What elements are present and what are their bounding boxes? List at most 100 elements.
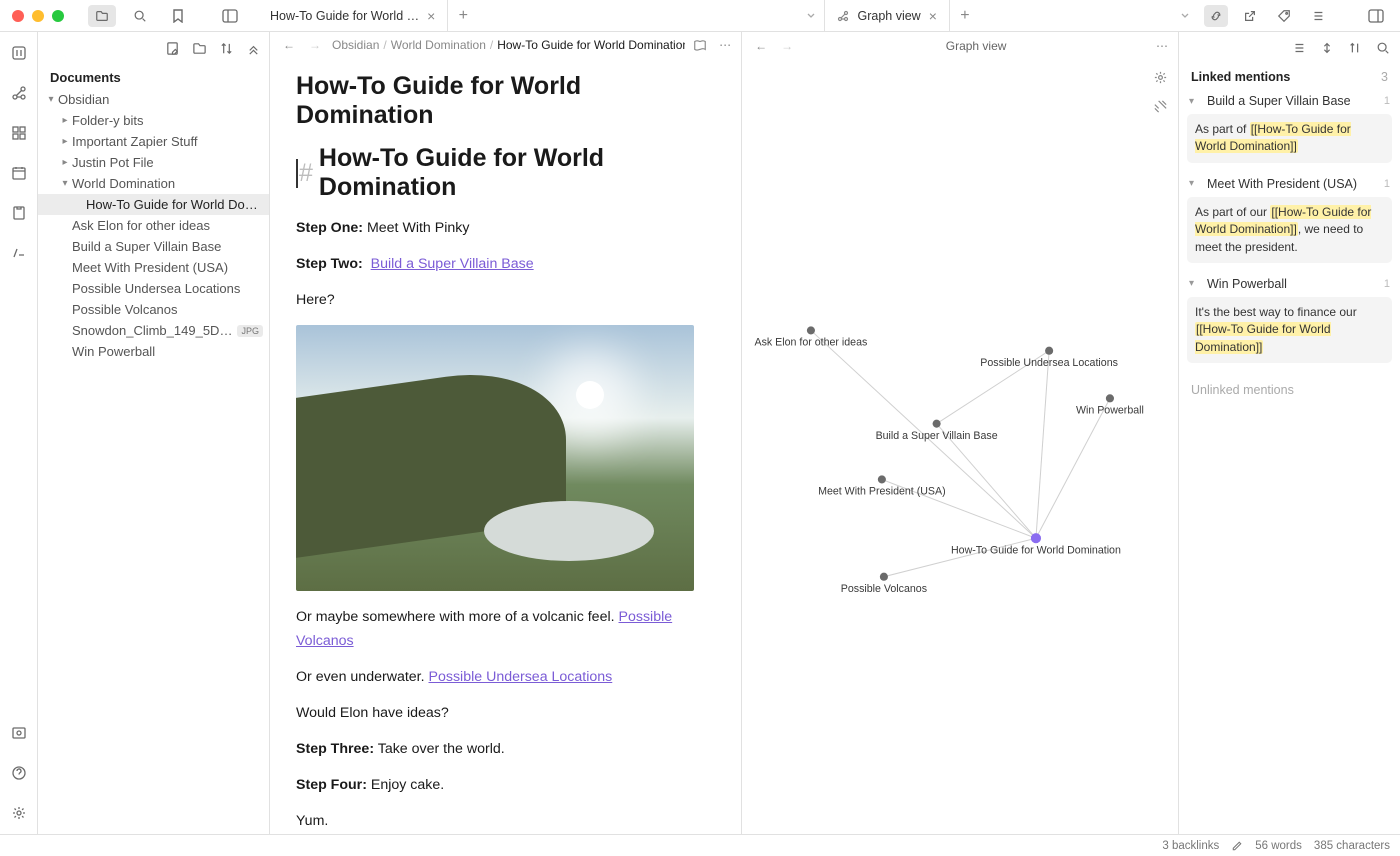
command-palette-icon[interactable]: [8, 242, 30, 264]
tab-dropdown-icon[interactable]: [798, 0, 824, 31]
search-icon[interactable]: [126, 5, 154, 27]
graph-node-label[interactable]: Meet With President (USA): [818, 486, 946, 498]
left-sidebar-toggle-icon[interactable]: [222, 9, 238, 23]
word-count[interactable]: 56 words: [1255, 840, 1302, 852]
graph-animate-icon[interactable]: [1153, 99, 1168, 114]
tree-label: Justin Pot File: [72, 155, 263, 170]
bookmark-icon[interactable]: [164, 5, 192, 27]
char-count[interactable]: 385 characters: [1314, 840, 1390, 852]
tab-graph[interactable]: Graph view ×: [824, 0, 949, 31]
tree-file[interactable]: Win Powerball: [38, 341, 269, 362]
tag-icon[interactable]: [1272, 5, 1296, 27]
edit-icon[interactable]: [1231, 840, 1243, 852]
link-icon[interactable]: [1204, 5, 1228, 27]
tree-file[interactable]: Possible Volcanos: [38, 299, 269, 320]
mention-snippet[interactable]: As part of [[How-To Guide for World Domi…: [1187, 114, 1392, 163]
sort-icon[interactable]: [1348, 41, 1362, 55]
tab-document[interactable]: How-To Guide for World … ×: [258, 0, 448, 31]
crumb-vault[interactable]: Obsidian: [332, 38, 379, 52]
mention-count: 1: [1384, 95, 1390, 107]
step-label: Step Three:: [296, 741, 374, 757]
back-icon[interactable]: ←: [752, 39, 770, 53]
more-icon[interactable]: ⋯: [1156, 39, 1168, 53]
sort-icon[interactable]: [219, 41, 234, 56]
collapse-results-icon[interactable]: [1292, 41, 1306, 55]
close-icon[interactable]: ×: [427, 9, 435, 23]
help-icon[interactable]: [8, 762, 30, 784]
right-sidebar-toggle-icon[interactable]: [1364, 5, 1388, 27]
new-folder-icon[interactable]: [192, 41, 207, 56]
graph-node-label[interactable]: Possible Volcanos: [841, 583, 927, 595]
step-text: Take over the world.: [374, 741, 505, 757]
graph-view-icon[interactable]: [8, 82, 30, 104]
new-note-icon[interactable]: [165, 41, 180, 56]
graph-node-label[interactable]: Possible Undersea Locations: [980, 357, 1118, 369]
quick-switcher-icon[interactable]: [8, 42, 30, 64]
tab-dropdown-icon[interactable]: [1172, 0, 1198, 31]
mention-snippet[interactable]: As part of our [[How-To Guide for World …: [1187, 197, 1392, 263]
files-icon[interactable]: [88, 5, 116, 27]
tree-file[interactable]: Snowdon_Climb_149_5D3_27…JPG: [38, 320, 269, 341]
mention-title: Win Powerball: [1207, 277, 1378, 291]
unlinked-mentions-heading[interactable]: Unlinked mentions: [1179, 371, 1400, 409]
close-window-button[interactable]: [12, 10, 24, 22]
file-explorer: Documents ▾Obsidian ▸Folder-y bits ▸Impo…: [38, 32, 270, 834]
crumb-folder[interactable]: World Domination: [391, 38, 486, 52]
forward-icon[interactable]: →: [778, 39, 796, 53]
paragraph: Yum.: [296, 809, 715, 833]
maximize-window-button[interactable]: [52, 10, 64, 22]
new-tab-button[interactable]: +: [950, 0, 980, 31]
templates-icon[interactable]: [8, 202, 30, 224]
settings-icon[interactable]: [8, 802, 30, 824]
new-tab-button[interactable]: +: [448, 0, 478, 31]
backlinks-count[interactable]: 3 backlinks: [1162, 840, 1219, 852]
outgoing-link-icon[interactable]: [1238, 5, 1262, 27]
tree-folder[interactable]: ▸Folder-y bits: [38, 110, 269, 131]
daily-note-icon[interactable]: [8, 162, 30, 184]
tree-file[interactable]: Possible Undersea Locations: [38, 278, 269, 299]
close-icon[interactable]: ×: [929, 9, 937, 23]
graph-node-label[interactable]: Ask Elon for other ideas: [755, 337, 868, 349]
embedded-image[interactable]: [296, 325, 694, 591]
ribbon: [0, 32, 38, 834]
search-icon[interactable]: [1376, 41, 1390, 55]
show-context-icon[interactable]: [1320, 41, 1334, 55]
tree-file[interactable]: Build a Super Villain Base: [38, 236, 269, 257]
tree-label: Win Powerball: [72, 344, 263, 359]
tree-file[interactable]: Ask Elon for other ideas: [38, 215, 269, 236]
crumb-file[interactable]: How-To Guide for World Domination: [497, 38, 685, 52]
tree-folder[interactable]: ▸Important Zapier Stuff: [38, 131, 269, 152]
tree-file[interactable]: How-To Guide for World Dominat…: [38, 194, 269, 215]
step-label: Step Four:: [296, 777, 367, 793]
minimize-window-button[interactable]: [32, 10, 44, 22]
vault-icon[interactable]: [8, 722, 30, 744]
tree-folder[interactable]: ▾Obsidian: [38, 89, 269, 110]
editor-body[interactable]: How-To Guide for World Domination #How-T…: [270, 58, 741, 834]
graph-node-label[interactable]: Win Powerball: [1076, 405, 1144, 417]
internal-link[interactable]: Build a Super Villain Base: [371, 256, 534, 272]
internal-link[interactable]: Possible Undersea Locations: [429, 669, 613, 685]
graph-settings-icon[interactable]: [1153, 70, 1168, 85]
breadcrumb: Obsidian/ World Domination/ How-To Guide…: [332, 38, 685, 52]
linked-mentions-heading[interactable]: Linked mentions 3: [1179, 62, 1400, 88]
heading-text: How-To Guide for World Domination: [319, 144, 715, 202]
graph-node-label[interactable]: Build a Super Villain Base: [876, 430, 998, 442]
outline-icon[interactable]: [1306, 5, 1330, 27]
collapse-icon[interactable]: [246, 41, 261, 56]
reading-view-icon[interactable]: [693, 38, 707, 52]
graph-node-label[interactable]: How-To Guide for World Domination: [951, 544, 1121, 556]
mention-item[interactable]: ▾Meet With President (USA)1: [1179, 171, 1400, 197]
tree-file[interactable]: Meet With President (USA): [38, 257, 269, 278]
tree-folder[interactable]: ▸Justin Pot File: [38, 152, 269, 173]
mention-snippet[interactable]: It's the best way to finance our [[How-T…: [1187, 297, 1392, 363]
forward-icon[interactable]: →: [306, 38, 324, 52]
heading-1: #How-To Guide for World Domination: [296, 144, 715, 202]
back-icon[interactable]: ←: [280, 38, 298, 52]
mention-item[interactable]: ▾Build a Super Villain Base1: [1179, 88, 1400, 114]
mention-item[interactable]: ▾Win Powerball1: [1179, 271, 1400, 297]
graph-canvas[interactable]: Ask Elon for other ideas Possible Unders…: [742, 60, 1178, 834]
more-icon[interactable]: ⋯: [719, 38, 731, 52]
tree-folder[interactable]: ▾World Domination: [38, 173, 269, 194]
canvas-icon[interactable]: [8, 122, 30, 144]
tree-label: Ask Elon for other ideas: [72, 218, 263, 233]
